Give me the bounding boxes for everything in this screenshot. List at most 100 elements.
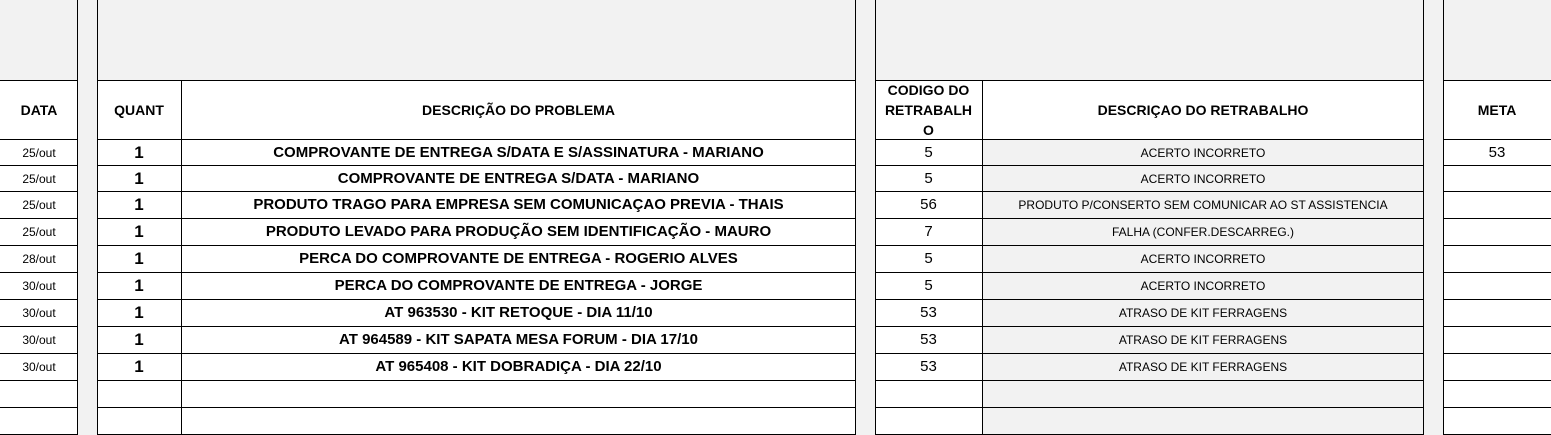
cell-data[interactable] bbox=[0, 380, 78, 407]
cell-problema[interactable]: COMPROVANTE DE ENTREGA S/DATA E S/ASSINA… bbox=[181, 139, 856, 166]
grid-line bbox=[97, 139, 856, 140]
cell-data[interactable]: 28/out bbox=[0, 245, 78, 272]
cell-retrabalho[interactable] bbox=[982, 407, 1424, 434]
cell-quant[interactable] bbox=[97, 380, 181, 407]
cell-codigo[interactable]: 53 bbox=[875, 326, 982, 353]
cell-retrabalho[interactable]: PRODUTO P/CONSERTO SEM COMUNICAR AO ST A… bbox=[982, 191, 1424, 218]
cell-codigo[interactable]: 53 bbox=[875, 353, 982, 380]
grid-line bbox=[982, 80, 983, 435]
grid-line bbox=[0, 191, 78, 192]
grid-line bbox=[875, 407, 1424, 408]
cell-data[interactable]: 30/out bbox=[0, 299, 78, 326]
grid-line bbox=[875, 380, 1424, 381]
cell-problema[interactable] bbox=[181, 407, 856, 434]
header-band bbox=[0, 0, 78, 80]
grid-line bbox=[97, 299, 856, 300]
grid-line bbox=[1443, 218, 1551, 219]
cell-codigo[interactable] bbox=[875, 380, 982, 407]
cell-meta[interactable] bbox=[1443, 165, 1551, 192]
cell-codigo[interactable]: 7 bbox=[875, 218, 982, 245]
cell-retrabalho[interactable]: ACERTO INCORRETO bbox=[982, 272, 1424, 299]
cell-problema[interactable]: AT 964589 - KIT SAPATA MESA FORUM - DIA … bbox=[181, 326, 856, 353]
grid-line bbox=[97, 380, 856, 381]
cell-quant[interactable]: 1 bbox=[97, 191, 181, 218]
grid-line bbox=[0, 139, 78, 140]
cell-codigo[interactable]: 5 bbox=[875, 245, 982, 272]
cell-meta[interactable] bbox=[1443, 299, 1551, 326]
cell-problema[interactable]: PRODUTO LEVADO PARA PRODUÇÃO SEM IDENTIF… bbox=[181, 218, 856, 245]
grid-line bbox=[1443, 326, 1551, 327]
cell-quant[interactable]: 1 bbox=[97, 218, 181, 245]
grid-line bbox=[97, 407, 856, 408]
cell-data[interactable]: 30/out bbox=[0, 326, 78, 353]
header-retrabalho: DESCRIÇAO DO RETRABALHO bbox=[1097, 101, 1309, 118]
grid-line bbox=[875, 0, 876, 435]
cell-codigo[interactable]: 5 bbox=[875, 165, 982, 192]
cell-meta[interactable]: 53 bbox=[1443, 139, 1551, 166]
cell-quant[interactable]: 1 bbox=[97, 245, 181, 272]
cell-codigo[interactable]: 5 bbox=[875, 272, 982, 299]
cell-meta[interactable] bbox=[1443, 407, 1551, 434]
grid-line bbox=[875, 272, 1424, 273]
cell-quant[interactable] bbox=[97, 407, 181, 434]
grid-line bbox=[0, 326, 78, 327]
header-meta: META bbox=[1477, 101, 1517, 118]
cell-retrabalho[interactable]: ACERTO INCORRETO bbox=[982, 245, 1424, 272]
cell-data[interactable]: 25/out bbox=[0, 139, 78, 166]
cell-problema[interactable]: PERCA DO COMPROVANTE DE ENTREGA - ROGERI… bbox=[181, 245, 856, 272]
grid-line bbox=[1443, 299, 1551, 300]
header-data: DATA bbox=[20, 101, 58, 118]
cell-data[interactable]: 30/out bbox=[0, 353, 78, 380]
grid-line bbox=[97, 272, 856, 273]
cell-quant[interactable]: 1 bbox=[97, 165, 181, 192]
grid-line bbox=[1423, 0, 1424, 435]
cell-meta[interactable] bbox=[1443, 380, 1551, 407]
cell-quant[interactable]: 1 bbox=[97, 353, 181, 380]
cell-meta[interactable] bbox=[1443, 245, 1551, 272]
cell-quant[interactable]: 1 bbox=[97, 299, 181, 326]
cell-data[interactable] bbox=[0, 407, 78, 434]
cell-problema[interactable]: PERCA DO COMPROVANTE DE ENTREGA - JORGE bbox=[181, 272, 856, 299]
grid-line bbox=[97, 0, 98, 435]
cell-retrabalho[interactable]: ATRASO DE KIT FERRAGENS bbox=[982, 353, 1424, 380]
cell-retrabalho[interactable] bbox=[982, 380, 1424, 407]
cell-quant[interactable]: 1 bbox=[97, 326, 181, 353]
cell-meta[interactable] bbox=[1443, 191, 1551, 218]
cell-codigo[interactable]: 5 bbox=[875, 139, 982, 166]
cell-retrabalho[interactable]: ATRASO DE KIT FERRAGENS bbox=[982, 299, 1424, 326]
grid-line bbox=[0, 80, 78, 81]
grid-line bbox=[97, 353, 856, 354]
cell-codigo[interactable] bbox=[875, 407, 982, 434]
cell-meta[interactable] bbox=[1443, 353, 1551, 380]
cell-data[interactable]: 25/out bbox=[0, 218, 78, 245]
grid-line bbox=[1443, 353, 1551, 354]
cell-codigo[interactable]: 53 bbox=[875, 299, 982, 326]
grid-line bbox=[0, 353, 78, 354]
cell-problema[interactable]: COMPROVANTE DE ENTREGA S/DATA - MARIANO bbox=[181, 165, 856, 192]
cell-retrabalho[interactable]: ACERTO INCORRETO bbox=[982, 139, 1424, 166]
header-quant: QUANT bbox=[114, 101, 164, 118]
cell-problema[interactable]: AT 965408 - KIT DOBRADIÇA - DIA 22/10 bbox=[181, 353, 856, 380]
cell-problema[interactable] bbox=[181, 380, 856, 407]
cell-data[interactable]: 25/out bbox=[0, 191, 78, 218]
cell-quant[interactable]: 1 bbox=[97, 272, 181, 299]
grid-line bbox=[875, 165, 1424, 166]
cell-data[interactable]: 25/out bbox=[0, 165, 78, 192]
cell-retrabalho[interactable]: ATRASO DE KIT FERRAGENS bbox=[982, 326, 1424, 353]
grid-line bbox=[875, 218, 1424, 219]
cell-retrabalho[interactable]: ACERTO INCORRETO bbox=[982, 165, 1424, 192]
header-codigo: CODIGO DO RETRABALH O bbox=[884, 81, 973, 138]
cell-codigo[interactable]: 56 bbox=[875, 191, 982, 218]
grid-line bbox=[0, 299, 78, 300]
cell-meta[interactable] bbox=[1443, 326, 1551, 353]
cell-quant[interactable]: 1 bbox=[97, 139, 181, 166]
cell-meta[interactable] bbox=[1443, 272, 1551, 299]
grid-line bbox=[1443, 272, 1551, 273]
header-band bbox=[875, 0, 1424, 80]
cell-data[interactable]: 30/out bbox=[0, 272, 78, 299]
grid-line bbox=[1443, 80, 1551, 81]
cell-problema[interactable]: PRODUTO TRAGO PARA EMPRESA SEM COMUNICAÇ… bbox=[181, 191, 856, 218]
cell-problema[interactable]: AT 963530 - KIT RETOQUE - DIA 11/10 bbox=[181, 299, 856, 326]
cell-meta[interactable] bbox=[1443, 218, 1551, 245]
cell-retrabalho[interactable]: FALHA (CONFER.DESCARREG.) bbox=[982, 218, 1424, 245]
